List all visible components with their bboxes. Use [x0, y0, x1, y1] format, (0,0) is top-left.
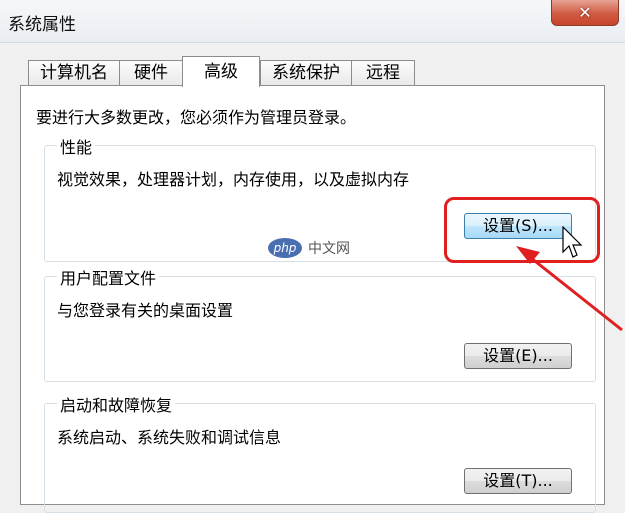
mouse-cursor-icon — [562, 226, 583, 258]
annotation-arrow — [516, 246, 623, 332]
